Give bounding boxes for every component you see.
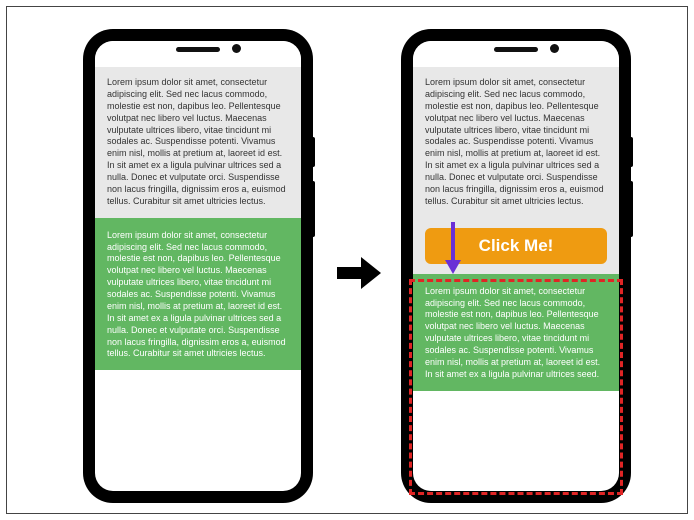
phone-after: Lorem ipsum dolor sit amet, consectetur … (403, 31, 629, 501)
phone-notch (413, 41, 619, 65)
arrow-right-icon (335, 255, 383, 296)
screen-content[interactable]: Lorem ipsum dolor sit amet, consectetur … (95, 67, 301, 491)
power-button-icon (311, 137, 315, 167)
volume-button-icon (311, 181, 315, 237)
phone-notch (95, 41, 301, 65)
paragraph-top: Lorem ipsum dolor sit amet, consectetur … (95, 67, 301, 218)
power-button-icon (629, 137, 633, 167)
screen-content[interactable]: Lorem ipsum dolor sit amet, consectetur … (413, 67, 619, 491)
diagram-frame: Lorem ipsum dolor sit amet, consectetur … (6, 6, 688, 514)
phone-screen: Lorem ipsum dolor sit amet, consectetur … (95, 41, 301, 491)
speaker-icon (494, 47, 538, 52)
button-container: Click Me! (413, 218, 619, 274)
paragraph-bottom: Lorem ipsum dolor sit amet, consectetur … (95, 218, 301, 371)
speaker-icon (176, 47, 220, 52)
paragraph-bottom: Lorem ipsum dolor sit amet, consectetur … (413, 274, 619, 391)
phone-screen: Lorem ipsum dolor sit amet, consectetur … (413, 41, 619, 491)
camera-icon (550, 44, 559, 53)
phone-before: Lorem ipsum dolor sit amet, consectetur … (85, 31, 311, 501)
paragraph-top: Lorem ipsum dolor sit amet, consectetur … (413, 67, 619, 218)
volume-button-icon (629, 181, 633, 237)
camera-icon (232, 44, 241, 53)
arrow-down-icon (443, 220, 463, 281)
